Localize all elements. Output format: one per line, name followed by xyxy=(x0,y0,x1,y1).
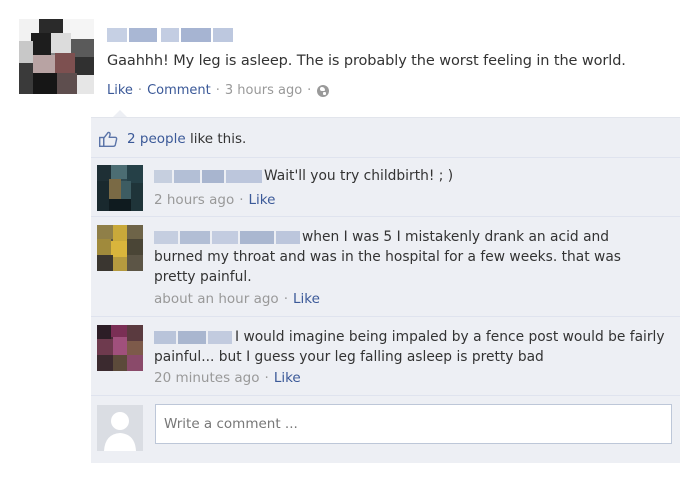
comment-body: when I was 5 I mistakenly drank an acid … xyxy=(154,227,621,287)
comment: when I was 5 I mistakenly drank an acid … xyxy=(91,217,680,317)
comment: I would imagine being impaled by a fence… xyxy=(91,317,680,396)
commenter-avatar[interactable] xyxy=(97,225,143,271)
comment-body: Wait'll you try childbirth! ; ) xyxy=(264,166,453,186)
separator: · xyxy=(239,192,244,208)
post-meta: Like · Comment · 3 hours ago · xyxy=(107,83,330,98)
separator: · xyxy=(137,83,143,98)
comment-like-link[interactable]: Like xyxy=(274,370,301,386)
comment-line: painful... but I guess your leg falling … xyxy=(154,349,544,365)
commenter-avatar[interactable] xyxy=(97,165,143,211)
post-text: Gaahhh! My leg is asleep. The is probabl… xyxy=(107,53,626,69)
user-silhouette-icon xyxy=(97,405,143,451)
post-timestamp[interactable]: 3 hours ago xyxy=(225,83,302,98)
write-comment-input[interactable] xyxy=(155,404,672,444)
separator: · xyxy=(264,370,269,386)
default-user-silhouette-icon xyxy=(97,405,143,451)
comment-meta: about an hour ago · Like xyxy=(154,291,320,307)
separator: · xyxy=(215,83,220,98)
likes-suffix: like this. xyxy=(189,131,247,147)
comment-meta: 20 minutes ago · Like xyxy=(154,370,301,386)
comment-composer xyxy=(91,396,680,463)
thumbs-up-icon xyxy=(99,131,118,147)
comment-timestamp[interactable]: about an hour ago xyxy=(154,291,279,307)
comment-like-link[interactable]: Like xyxy=(293,291,320,307)
separator: · xyxy=(283,291,288,307)
comment-like-link[interactable]: Like xyxy=(249,192,276,208)
post-comment-link[interactable]: Comment xyxy=(147,83,211,98)
comment-body: I would imagine being impaled by a fence… xyxy=(154,327,665,367)
comment: Wait'll you try childbirth! ; ) 2 hours … xyxy=(91,158,680,217)
comment-meta: 2 hours ago · Like xyxy=(154,192,275,208)
commenter-avatar[interactable] xyxy=(97,325,143,371)
comment-line: burned my throat and was in the hospital… xyxy=(154,249,621,265)
likes-summary: 2 people like this. xyxy=(91,117,680,158)
comment-line: when I was 5 I mistakenly drank an acid … xyxy=(302,229,610,245)
comment-timestamp[interactable]: 2 hours ago xyxy=(154,192,234,208)
comment-line: I would imagine being impaled by a fence… xyxy=(235,329,665,345)
feedback-section: 2 people like this. Wait'll you try chil… xyxy=(91,117,680,463)
likes-text: 2 people like this. xyxy=(127,131,246,147)
globe-icon[interactable] xyxy=(317,84,330,97)
comment-timestamp[interactable]: 20 minutes ago xyxy=(154,370,260,386)
comment-line: pretty painful. xyxy=(154,269,252,285)
post-like-link[interactable]: Like xyxy=(107,83,133,98)
separator: · xyxy=(307,83,312,98)
post-author-name[interactable] xyxy=(107,28,233,42)
ufi-pointer-arrow xyxy=(113,110,127,117)
comment-line: Wait'll you try childbirth! ; ) xyxy=(264,168,454,184)
post-author-avatar[interactable] xyxy=(19,19,94,94)
commenter-name[interactable] xyxy=(154,170,262,183)
likers-link[interactable]: 2 people xyxy=(127,131,186,147)
